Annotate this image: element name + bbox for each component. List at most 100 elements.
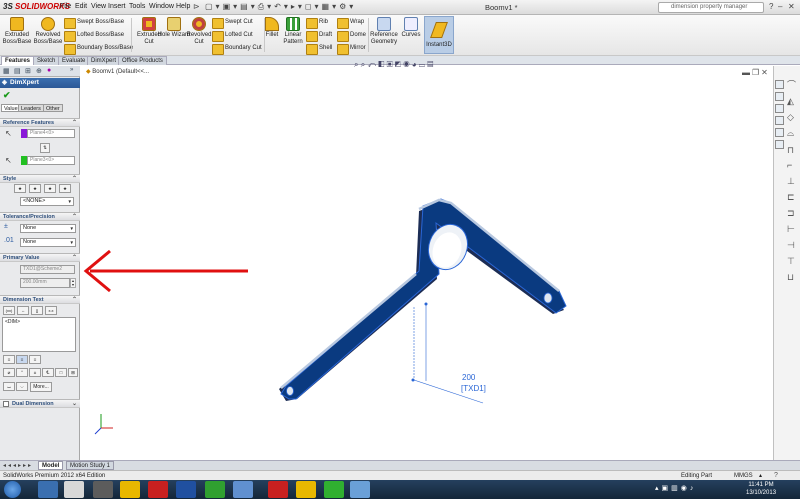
dim-xx-bracket-icon[interactable]: x.x — [45, 306, 57, 315]
part-top-face[interactable] — [280, 198, 567, 400]
second-entity-field[interactable]: Plane3<0> — [27, 156, 75, 165]
dimension-text-area[interactable]: <DIM> — [2, 317, 76, 352]
primary-value-header[interactable]: Primary Value ⌃ — [0, 253, 80, 262]
square-symbol-icon[interactable]: □ — [55, 368, 67, 377]
pin-icon[interactable]: ⊳ — [193, 2, 200, 11]
save-style-icon[interactable]: ★ — [59, 184, 71, 193]
wrap-button[interactable]: Wrap — [337, 17, 364, 29]
dimension-value-field[interactable]: 200.00mm — [20, 278, 70, 288]
countersink-symbol-icon[interactable]: ⌴ — [3, 382, 15, 391]
shape-tool-icon-2[interactable]: ◭ — [787, 96, 794, 107]
dimension-name-label[interactable]: [TXD1] — [461, 384, 486, 393]
dimension-value-label[interactable]: 200 — [462, 373, 475, 382]
tab-office-products[interactable]: Office Products — [118, 56, 167, 65]
degree-symbol-icon[interactable]: ° — [16, 368, 28, 377]
menu-window[interactable]: Window — [149, 3, 174, 10]
collapse-icon[interactable]: ⌃ — [72, 119, 77, 127]
tab-scroll-icons[interactable]: ◂◂◂▸▸▸ — [3, 462, 33, 469]
feature-tree-icon[interactable]: ▦ — [3, 67, 10, 75]
counterbore-symbol-icon[interactable]: ⌵ — [16, 382, 28, 391]
solidworks-taskbar-icon-2[interactable] — [268, 481, 288, 498]
plus-minus-symbol-icon[interactable]: ± — [29, 368, 41, 377]
taskbar-app-icon-11[interactable] — [324, 481, 344, 498]
dimension-name-field[interactable]: TXD1@Scheme2 — [20, 265, 75, 274]
file-explorer-icon[interactable] — [775, 104, 784, 113]
ok-check-icon[interactable]: ✔ — [3, 90, 11, 101]
tab-model[interactable]: Model — [38, 461, 64, 470]
linear-pattern-button[interactable]: Linear Pattern — [280, 17, 306, 46]
swept-boss-button[interactable]: Swept Boss/Base — [64, 17, 124, 29]
tab-dimxpert[interactable]: DimXpert — [87, 56, 121, 65]
small-hole-right[interactable] — [543, 292, 553, 304]
subtab-leaders[interactable]: Leaders — [18, 104, 44, 112]
appearances-icon[interactable] — [775, 128, 784, 137]
dimxpert-manager-icon[interactable]: ⊕ — [36, 67, 42, 75]
menu-view[interactable]: View — [91, 3, 106, 10]
shape-tool-icon-6[interactable]: ⌐ — [787, 160, 792, 170]
style-header[interactable]: Style ⌃ — [0, 174, 80, 183]
boundary-cut-button[interactable]: Boundary Cut — [212, 43, 262, 55]
apply-default-style-icon[interactable]: ★ — [14, 184, 26, 193]
update-style-icon[interactable]: ★ — [44, 184, 56, 193]
tab-sketch[interactable]: Sketch — [33, 56, 60, 65]
collapse-icon[interactable]: ⌃ — [72, 175, 77, 183]
taskbar-app-icon-8[interactable] — [233, 481, 253, 498]
small-hole-left[interactable] — [286, 386, 294, 396]
system-tray-icons[interactable]: ▴▣▥◉♪ — [655, 484, 696, 492]
align-left-icon[interactable]: ≡ — [3, 355, 15, 364]
dual-dimension-header[interactable]: Dual Dimension ⌄ — [0, 399, 80, 408]
configuration-icon[interactable]: ⊞ — [25, 67, 31, 75]
shape-tool-icon-9[interactable]: ⊐ — [787, 208, 795, 219]
shape-tool-icon-3[interactable]: ◇ — [787, 112, 794, 123]
style-select[interactable]: <NONE> — [20, 197, 74, 206]
extruded-boss-button[interactable]: Extruded Boss/Base — [0, 17, 34, 46]
fillet-button[interactable]: Fillet — [262, 17, 282, 39]
menu-help[interactable]: Help — [176, 3, 190, 10]
first-entity-field[interactable]: Plane4<0> — [27, 129, 75, 138]
start-button-icon[interactable] — [4, 481, 21, 498]
menu-file[interactable]: File — [60, 3, 71, 10]
menu-tools[interactable]: Tools — [129, 3, 145, 10]
close-icon[interactable]: ✕ — [788, 2, 795, 11]
boundary-boss-button[interactable]: Boundary Boss/Base — [64, 43, 133, 55]
chevron-right-icon[interactable]: » — [70, 67, 73, 73]
taskbar-app-icon-3[interactable] — [93, 481, 113, 498]
custom-properties-icon[interactable] — [775, 140, 784, 149]
precision-select[interactable]: None — [20, 238, 76, 247]
instant3d-button[interactable]: Instant3D — [424, 16, 454, 54]
shape-tool-icon-12[interactable]: ⊤ — [787, 256, 795, 267]
collapse-icon[interactable]: ⌃ — [72, 296, 77, 304]
shape-tool-icon-4[interactable]: ⌓ — [787, 128, 794, 139]
shape-tool-icon[interactable]: ⌒ — [787, 78, 796, 91]
quick-access-icons[interactable]: ▢▾▣▾▤▾⎙▾↶▾▸▾◻▾▦▾⚙▾ — [205, 2, 356, 12]
more-symbols-icon[interactable]: ⊞ — [68, 368, 78, 377]
add-style-icon[interactable]: ★ — [29, 184, 41, 193]
value-spinner[interactable]: ▴ ▾ — [70, 278, 76, 288]
expand-icon[interactable]: ⌄ — [72, 400, 77, 408]
reference-features-header[interactable]: Reference Features ⌃ — [0, 118, 80, 127]
search-input[interactable]: dimension property manager — [658, 2, 764, 13]
revolved-boss-button[interactable]: Revolved Boss/Base — [31, 17, 65, 46]
solidworks-resources-icon[interactable] — [775, 80, 784, 89]
align-center-icon[interactable]: ≡ — [16, 355, 28, 364]
menu-edit[interactable]: Edit — [75, 3, 87, 10]
shape-tool-icon-8[interactable]: ⊏ — [787, 192, 795, 203]
mirror-button[interactable]: Mirror — [337, 43, 366, 55]
taskbar-app-icon-1[interactable] — [38, 481, 58, 498]
shape-tool-icon-13[interactable]: ⊔ — [787, 272, 794, 283]
view-palette-icon[interactable] — [775, 116, 784, 125]
taskbar-app-icon-6[interactable] — [176, 481, 196, 498]
taskbar-clock[interactable]: 11:41 PM 13/10/2013 — [746, 481, 776, 497]
swap-entities-icon[interactable]: ⇅ — [40, 143, 50, 153]
taskbar-app-icon-2[interactable] — [64, 481, 84, 498]
tolerance-precision-header[interactable]: Tolerance/Precision ⌃ — [0, 212, 80, 221]
display-manager-icon[interactable]: ● — [47, 67, 51, 74]
menu-insert[interactable]: Insert — [108, 3, 126, 10]
dim-arrows-icon[interactable]: ↔ — [17, 306, 29, 315]
dome-button[interactable]: Dome — [337, 30, 366, 42]
property-manager-icon[interactable]: ▤ — [14, 67, 21, 75]
diameter-symbol-icon[interactable]: ⌀ — [3, 368, 15, 377]
revolved-cut-button[interactable]: Revolved Cut — [182, 17, 216, 46]
collapse-icon[interactable]: ⌃ — [72, 213, 77, 221]
design-library-icon[interactable] — [775, 92, 784, 101]
